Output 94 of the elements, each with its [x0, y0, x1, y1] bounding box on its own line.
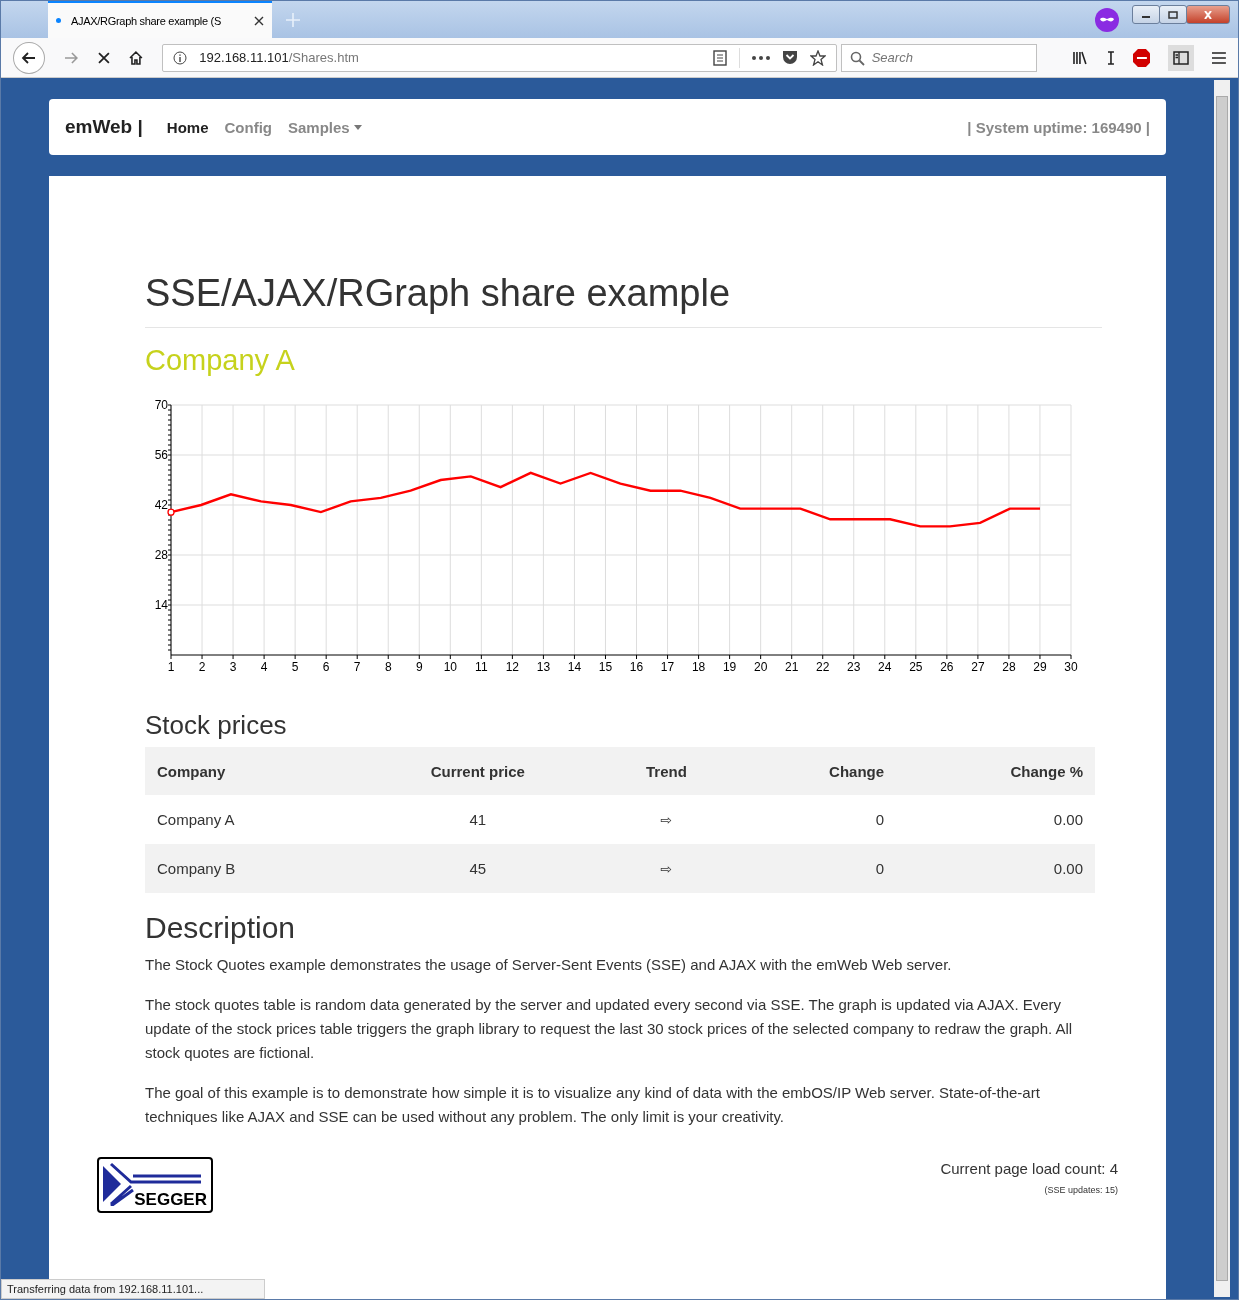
mask-icon: [1095, 7, 1119, 32]
loading-dot-icon: [56, 18, 61, 23]
x-tick-label: 26: [940, 660, 954, 674]
load-count-text: Current page load count: 4: [940, 1160, 1118, 1177]
table-cell: 45: [469, 860, 487, 877]
nav-link[interactable]: Samples: [288, 118, 362, 136]
reader-view-icon[interactable]: [712, 49, 727, 66]
close-icon: [1203, 10, 1213, 19]
x-tick-label: 15: [598, 660, 613, 674]
x-tick-label: 25: [909, 660, 923, 674]
search-field[interactable]: Search: [840, 43, 1037, 72]
table-cell: Company B: [157, 860, 236, 877]
brand-logo[interactable]: emWeb |: [65, 116, 143, 138]
x-tick-label: 21: [785, 660, 799, 674]
browser-tab[interactable]: AJAX/RGraph share example (S: [48, 1, 272, 38]
back-button[interactable]: [13, 41, 45, 74]
x-tick-label: 14: [567, 660, 582, 674]
star-icon[interactable]: [809, 49, 826, 66]
x-tick-label: 8: [384, 660, 392, 674]
column-header: Change %: [896, 747, 1095, 795]
x-tick-label: 17: [660, 660, 675, 674]
x-tick-label: 13: [536, 660, 551, 674]
more-icon[interactable]: [751, 55, 770, 60]
sidebar-icon: [1173, 50, 1190, 65]
table-cell: 41: [469, 811, 487, 828]
description-paragraph: The Stock Quotes example demonstrates the usage of Server-Sent Events (SSE) and AJAX with the emWeb Web server.: [145, 955, 953, 975]
x-tick-label: 12: [505, 660, 520, 674]
sse-updates-text: (SSE updates: 15): [1044, 1185, 1118, 1195]
x-tick-label: 18: [691, 660, 706, 674]
maximize-icon: [1168, 10, 1178, 19]
table-cell: 0.00: [1053, 860, 1083, 877]
x-tick-label: 19: [722, 660, 737, 674]
x-tick-label: 2: [198, 660, 206, 674]
sidebar-button[interactable]: [1168, 44, 1195, 71]
page-title: SSE/AJAX/RGraph share example: [145, 272, 1102, 328]
y-tick-label: 70: [154, 398, 168, 412]
section-heading: Stock prices: [145, 710, 288, 741]
table-cell: 0: [875, 811, 885, 828]
x-tick-label: 23: [847, 660, 861, 674]
text-cursor-icon[interactable]: [1106, 50, 1115, 65]
x-tick-label: 3: [229, 660, 237, 674]
company-heading: Company A: [145, 344, 296, 377]
maximize-button[interactable]: [1159, 5, 1187, 24]
x-tick-label: 9: [415, 660, 423, 674]
table-cell: Company A: [157, 811, 235, 828]
x-tick-label: 7: [353, 660, 361, 674]
column-header: Current price: [356, 747, 600, 795]
info-icon[interactable]: [173, 50, 188, 65]
menu-icon[interactable]: [1212, 51, 1226, 64]
x-tick-label: 4: [260, 660, 268, 674]
minimize-button[interactable]: [1132, 5, 1160, 24]
pocket-icon[interactable]: [781, 50, 798, 65]
x-tick-label: 1: [167, 660, 175, 674]
uptime-text: | System uptime: 169490 |: [967, 118, 1150, 136]
status-text: Transferring data from 192.168.11.101...: [1, 1279, 265, 1299]
x-tick-label: 27: [971, 660, 985, 674]
library-icon[interactable]: [1072, 50, 1089, 65]
table-cell: 0: [875, 860, 885, 877]
column-header: Change: [733, 747, 897, 795]
y-tick-label: 14: [154, 598, 168, 612]
close-icon[interactable]: [254, 15, 264, 26]
y-tick-label: 56: [154, 448, 168, 462]
x-tick-label: 6: [322, 660, 330, 674]
x-tick-label: 20: [754, 660, 768, 674]
x-tick-label: 30: [1064, 660, 1078, 674]
column-header: Company: [145, 747, 356, 795]
segger-logo: SEGGER: [97, 1157, 213, 1213]
x-tick-label: 10: [443, 660, 457, 674]
nav-link[interactable]: Home: [166, 118, 209, 136]
description-paragraph: The goal of this example is to demonstrate how simple it is to visualize any kind of data with the embOS/IP Web server. State-of-the-art techniques like AJAX and SSE can be used without any problem. The only limit is your creativity.: [145, 1083, 1041, 1127]
x-tick-label: 24: [878, 660, 892, 674]
y-tick-label: 28: [154, 548, 168, 562]
description-paragraph: The stock quotes table is random data generated by the server and updated every second via SSE. The graph is updated via AJAX. Every update of the stock prices table triggers the graph library to request the last 30 stock prices of the selected company to redraw the graph. All stock quotes are fictional.: [145, 995, 1074, 1063]
back-arrow-icon: [20, 49, 37, 66]
stop-icon[interactable]: [96, 50, 111, 65]
section-heading: Description: [145, 911, 297, 945]
table-cell: 0.00: [1053, 811, 1083, 828]
close-button[interactable]: [1186, 5, 1230, 24]
trend-arrow: ⇨: [660, 861, 673, 877]
x-tick-label: 29: [1033, 660, 1047, 674]
x-tick-label: 28: [1002, 660, 1016, 674]
search-icon: [849, 50, 865, 66]
trend-arrow: ⇨: [660, 812, 673, 828]
nav-link[interactable]: Config: [224, 118, 272, 136]
y-tick-label: 42: [154, 498, 168, 512]
home-icon[interactable]: [128, 49, 145, 66]
address-bar[interactable]: 192.168.11.101/Shares.htm: [162, 43, 837, 72]
column-header: Trend: [599, 747, 734, 795]
x-tick-label: 22: [816, 660, 830, 674]
x-tick-label: 16: [629, 660, 644, 674]
x-tick-label: 5: [291, 660, 299, 674]
x-tick-label: 11: [475, 660, 488, 674]
adblock-icon[interactable]: [1132, 48, 1151, 67]
scrollbar[interactable]: [1214, 80, 1230, 1297]
